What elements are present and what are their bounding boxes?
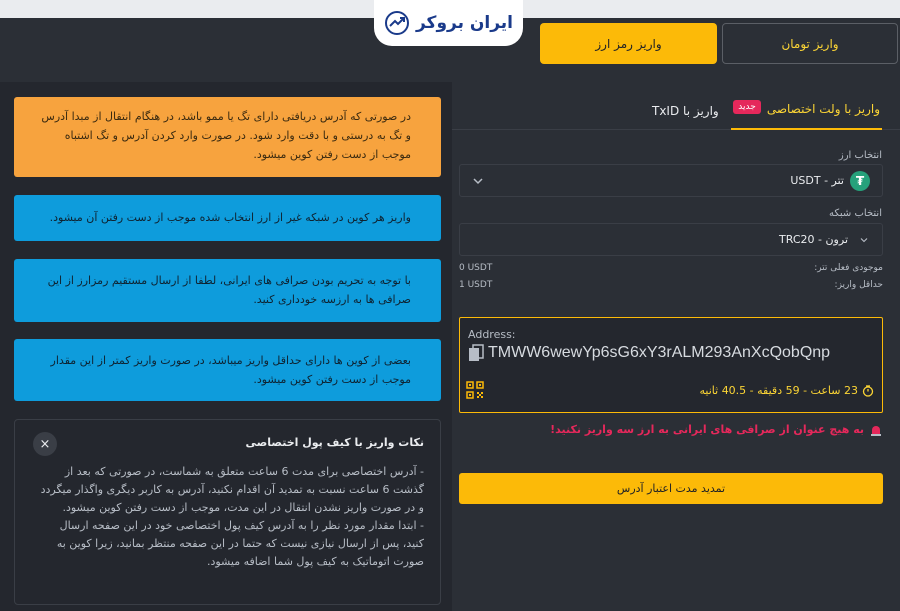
new-badge: جدید: [733, 100, 761, 114]
close-icon[interactable]: ×: [33, 432, 57, 456]
address-label: Address:: [468, 328, 516, 341]
address-row: TMWW6wewYp6sG6xY3rALM293AnXcQobQnp: [468, 344, 830, 362]
tab-dedicated-wallet-label: واریز با ولت اختصاصی: [766, 102, 880, 116]
network-select[interactable]: ترون - TRC20: [459, 223, 883, 256]
chevron-down-icon: [860, 237, 868, 242]
minimum-value: 1 USDT: [459, 280, 493, 290]
wallet-address[interactable]: TMWW6wewYp6sG6xY3rALM293AnXcQobQnp: [488, 344, 830, 362]
minimum-label: حداقل واریز:: [834, 280, 883, 290]
network-label: انتخاب شبکه: [829, 208, 882, 219]
currency-value: تتر - USDT: [790, 174, 844, 187]
tag-memo-note: در صورتی که آدرس دریافتی دارای تگ یا ممو…: [14, 97, 441, 177]
qr-code-icon[interactable]: [466, 381, 484, 399]
tips-body-2: - ابتدا مقدار مورد نظر را به آدرس کیف پو…: [56, 519, 424, 568]
copy-icon[interactable]: [468, 344, 484, 362]
network-note: واریز هر کوین در شبکه غیر از ارز انتخاب …: [14, 195, 441, 241]
crypto-deposit-button[interactable]: واریز رمز ارز: [540, 23, 717, 64]
sanction-note: با توجه به تحریم بودن صرافی های ایرانی، …: [14, 259, 441, 322]
tether-icon: ₮: [850, 170, 870, 191]
tips-title: نکات واریز با کیف پول اختصاصی: [245, 436, 424, 449]
minimum-deposit-note: بعضی از کوین ها دارای حداقل واریز میباشد…: [14, 339, 441, 401]
tab-dedicated-wallet[interactable]: واریز با ولت اختصاصی جدید: [731, 100, 882, 130]
network-value: ترون - TRC20: [779, 233, 848, 246]
warning-line: به هیچ عنوان از صرافی های ایرانی به ارز …: [550, 423, 882, 436]
currency-select[interactable]: ₮ تتر - USDT: [459, 164, 883, 197]
tips-body-1: - آدرس اختصاصی برای مدت 6 ساعت متعلق به …: [40, 465, 424, 514]
deposit-tabs: واریز با ولت اختصاصی جدید واریز با TxID: [452, 82, 900, 130]
logo[interactable]: ایران بروکر: [374, 0, 523, 46]
siren-icon: [871, 425, 881, 436]
extend-address-button[interactable]: تمدید مدت اعتبار آدرس: [459, 473, 883, 504]
address-box: Address: TMWW6wewYp6sG6xY3rALM293AnXcQob…: [459, 317, 883, 413]
chart-logo-icon: [384, 11, 409, 35]
warning-text: به هیچ عنوان از صرافی های ایرانی به ارز …: [550, 423, 864, 436]
tab-txid[interactable]: واریز با TxID: [652, 104, 719, 118]
balance-label: موجودی فعلی تتر:: [814, 263, 883, 273]
balance-value: 0 USDT: [459, 263, 493, 273]
currency-label: انتخاب ارز: [838, 150, 882, 161]
timer-text: 23 ساعت - 59 دقیقه - 40.5 ثانیه: [699, 384, 858, 397]
wallet-tips-box: × نکات واریز با کیف پول اختصاصی - آدرس ا…: [14, 419, 441, 605]
chevron-down-icon: [473, 178, 483, 185]
toman-deposit-button[interactable]: واریز تومان: [722, 23, 898, 64]
address-timer: 23 ساعت - 59 دقیقه - 40.5 ثانیه: [699, 384, 874, 397]
minimum-row: حداقل واریز: 1 USDT: [459, 280, 883, 290]
logo-text: ایران بروکر: [415, 13, 514, 33]
balance-row: موجودی فعلی تتر: 0 USDT: [459, 263, 883, 273]
timer-icon: [862, 384, 874, 397]
